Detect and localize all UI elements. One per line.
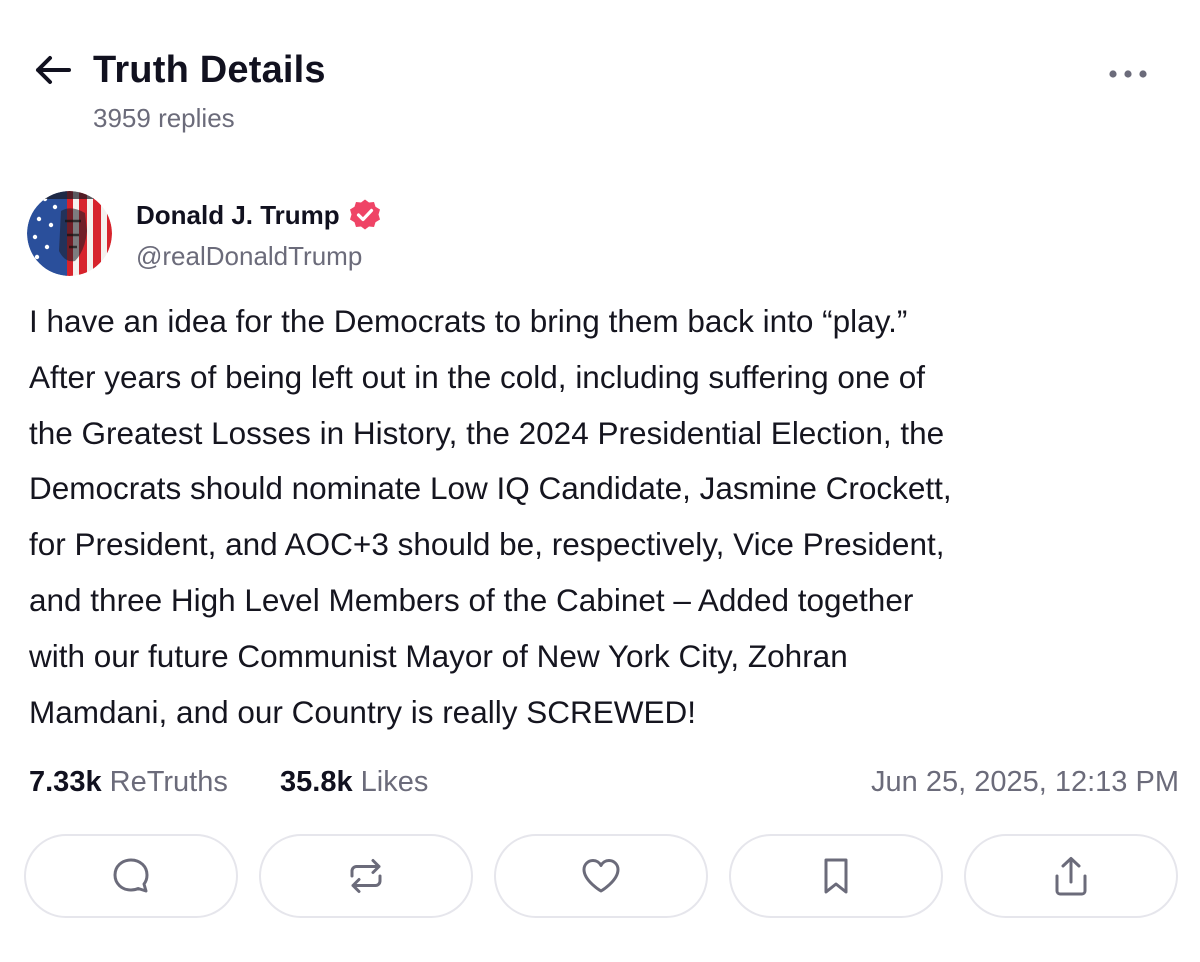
post-stats: 7.33k ReTruths 35.8k Likes Jun 25, 2025,…	[29, 760, 1179, 804]
retruths-count: 7.33k	[29, 766, 102, 798]
top-bar: Truth Details 3959 replies	[0, 0, 1200, 150]
post-text-line: the Greatest Losses in History, the 2024…	[29, 414, 945, 451]
author-name-row: Donald J. Trump	[136, 195, 382, 235]
post-text-line: Mamdani, and our Country is really SCREW…	[29, 693, 696, 730]
back-button[interactable]	[30, 50, 74, 90]
bookmark-button[interactable]	[729, 834, 943, 918]
heart-icon	[582, 859, 620, 893]
likes-label: Likes	[360, 766, 429, 798]
likes-count: 35.8k	[280, 766, 353, 798]
avatar[interactable]	[27, 191, 112, 276]
retruth-icon	[350, 859, 382, 893]
like-button[interactable]	[494, 834, 708, 918]
post-body: I have an idea for the Democrats to brin…	[29, 294, 1179, 740]
page-title: Truth Details	[93, 49, 326, 91]
reply-icon	[113, 858, 149, 893]
reply-count: 3959 replies	[93, 103, 235, 133]
post-text-line: I have an idea for the Democrats to brin…	[29, 303, 908, 339]
verified-badge	[348, 198, 382, 232]
avatar-image	[27, 191, 112, 276]
post-text-line: for President, and AOC+3 should be, resp…	[29, 526, 945, 563]
likes-stat[interactable]: 35.8k Likes	[280, 760, 428, 804]
reply-button[interactable]	[24, 834, 238, 918]
more-horizontal-icon	[1109, 70, 1147, 78]
retruths-label: ReTruths	[109, 766, 228, 798]
post-author: Donald J. Trump @realDonaldTrump	[0, 185, 1200, 285]
post-timestamp: Jun 25, 2025, 12:13 PM	[871, 766, 1179, 798]
retruth-button[interactable]	[259, 834, 473, 918]
post-text-line: with our future Communist Mayor of New Y…	[29, 637, 848, 674]
retruths-stat[interactable]: 7.33k ReTruths	[29, 760, 228, 804]
author-name[interactable]: Donald J. Trump	[136, 200, 340, 231]
action-bar	[24, 834, 1180, 920]
share-button[interactable]	[964, 834, 1178, 918]
bookmark-icon	[824, 858, 848, 894]
author-handle[interactable]: @realDonaldTrump	[136, 240, 362, 272]
post-text-line: Democrats should nominate Low IQ Candida…	[29, 470, 952, 507]
arrow-left-icon	[36, 56, 71, 84]
more-options-button[interactable]	[1104, 60, 1152, 88]
post-text-line: After years of being left out in the col…	[29, 358, 925, 395]
share-icon	[1055, 857, 1087, 896]
post-text-line: and three High Level Members of the Cabi…	[29, 581, 914, 618]
verified-check-icon	[349, 199, 380, 230]
